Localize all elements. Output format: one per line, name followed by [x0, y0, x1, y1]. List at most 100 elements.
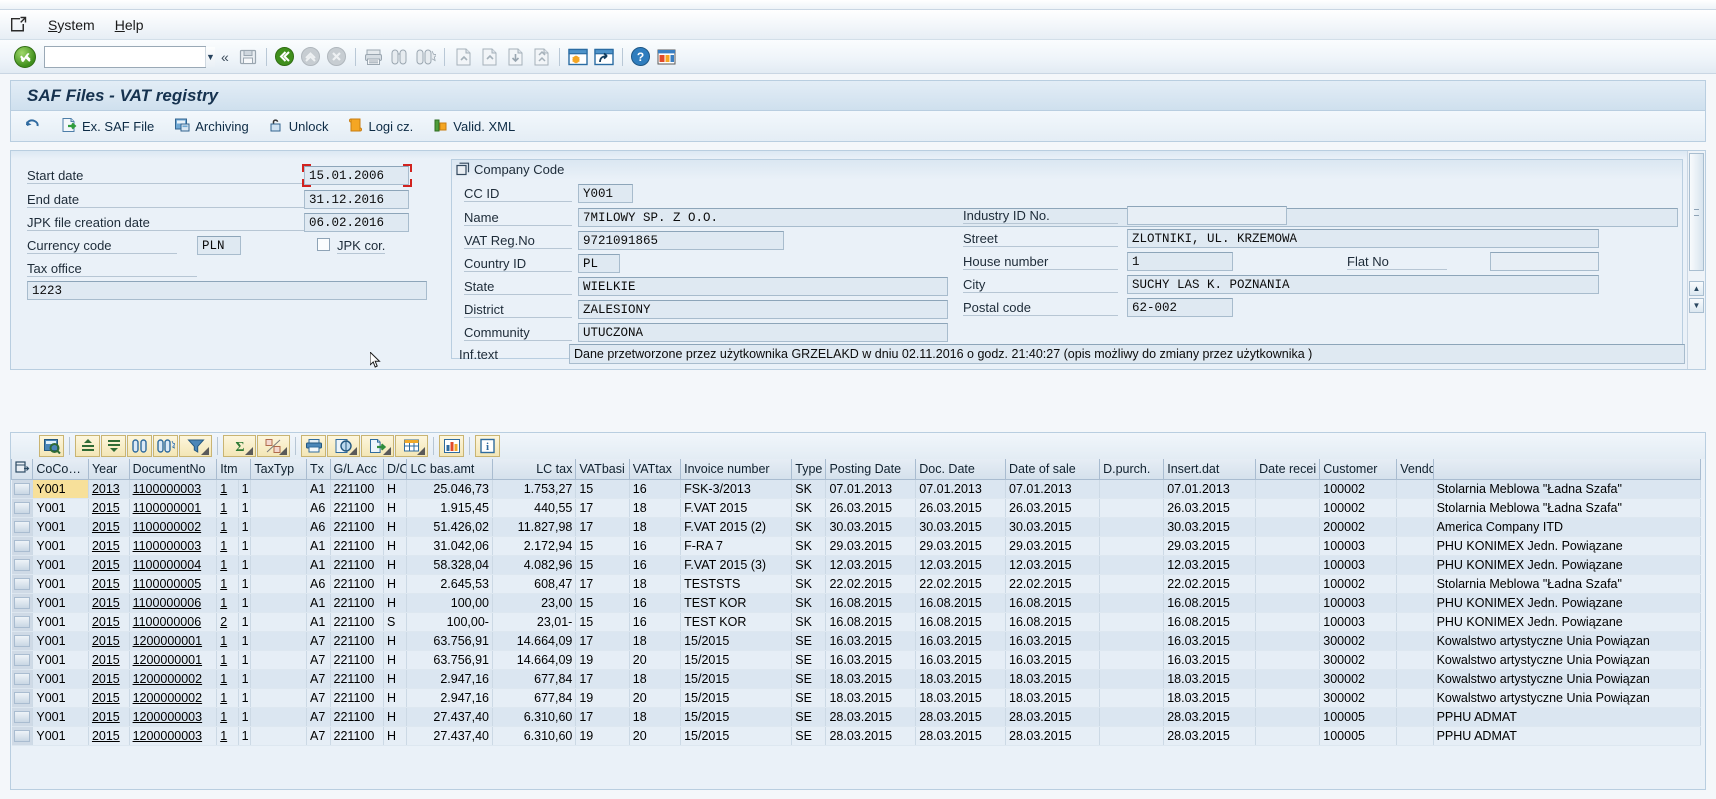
table-cell[interactable]: SE: [792, 631, 826, 650]
table-cell[interactable]: A7: [307, 688, 331, 707]
table-cell[interactable]: 16: [629, 612, 680, 631]
table-cell[interactable]: 300002: [1320, 650, 1397, 669]
vat-reg-no-input[interactable]: 9721091865: [578, 231, 784, 250]
table-cell[interactable]: Y001: [33, 555, 89, 574]
table-cell[interactable]: 1: [238, 688, 251, 707]
table-cell[interactable]: 17: [576, 517, 629, 536]
table-cell[interactable]: 16.08.2015: [1006, 593, 1100, 612]
table-cell[interactable]: [1100, 479, 1164, 498]
table-cell[interactable]: 221100: [330, 574, 383, 593]
table-cell[interactable]: 1: [217, 669, 238, 688]
find-next-icon[interactable]: [414, 45, 438, 69]
table-cell[interactable]: 440,55: [492, 498, 575, 517]
table-cell[interactable]: 2.947,16: [407, 669, 493, 688]
column-header-daterecei[interactable]: Date recei: [1256, 459, 1320, 479]
selected-cell[interactable]: Y001: [33, 479, 89, 498]
table-cell[interactable]: 221100: [330, 498, 383, 517]
street-input[interactable]: ZLOTNIKI, UL. KRZEMOWA: [1127, 229, 1599, 248]
table-cell[interactable]: [1256, 631, 1320, 650]
table-cell[interactable]: 16.03.2015: [1006, 631, 1100, 650]
table-cell[interactable]: [1100, 517, 1164, 536]
table-cell[interactable]: S: [383, 612, 407, 631]
table-cell[interactable]: 30.03.2015: [1164, 517, 1256, 536]
table-row[interactable]: Y0012013110000000311A1221100H25.046,731.…: [12, 479, 1701, 498]
table-cell[interactable]: 677,84: [492, 669, 575, 688]
table-cell[interactable]: 07.01.2013: [826, 479, 916, 498]
column-header-dateofsale[interactable]: Date of sale: [1006, 459, 1100, 479]
table-cell[interactable]: SE: [792, 669, 826, 688]
table-cell[interactable]: H: [383, 555, 407, 574]
table-cell[interactable]: 221100: [330, 593, 383, 612]
table-cell[interactable]: 100003: [1320, 536, 1397, 555]
table-cell[interactable]: SE: [792, 650, 826, 669]
cancel-x-icon[interactable]: [325, 45, 349, 69]
table-cell[interactable]: 18: [629, 498, 680, 517]
table-cell[interactable]: 221100: [330, 555, 383, 574]
table-cell[interactable]: 29.03.2015: [1164, 536, 1256, 555]
table-cell[interactable]: 15: [576, 593, 629, 612]
column-header-lcbasamt[interactable]: LC bas.amt: [407, 459, 493, 479]
column-header-glacc[interactable]: G/L Acc: [330, 459, 383, 479]
table-cell[interactable]: 2015: [88, 612, 129, 631]
table-cell[interactable]: 1: [217, 726, 238, 745]
inf-text-input[interactable]: Dane przetworzone przez użytkownika GRZE…: [569, 344, 1685, 364]
table-row[interactable]: Y0012015120000000111A7221100H63.756,9114…: [12, 650, 1701, 669]
table-cell[interactable]: [1397, 498, 1433, 517]
table-cell[interactable]: 1.915,45: [407, 498, 493, 517]
table-cell[interactable]: [251, 574, 307, 593]
table-cell[interactable]: 27.437,40: [407, 726, 493, 745]
table-cell[interactable]: 19: [576, 726, 629, 745]
table-cell[interactable]: 300002: [1320, 688, 1397, 707]
create-shortcut-icon[interactable]: [592, 45, 616, 69]
table-cell[interactable]: 12.03.2015: [826, 555, 916, 574]
table-cell[interactable]: 22.02.2015: [1006, 574, 1100, 593]
dropdown-arrow-icon[interactable]: [383, 447, 391, 455]
table-cell[interactable]: 28.03.2015: [1006, 707, 1100, 726]
table-cell[interactable]: 1200000003: [129, 726, 217, 745]
table-cell[interactable]: H: [383, 726, 407, 745]
table-cell[interactable]: 58.328,04: [407, 555, 493, 574]
table-cell[interactable]: 2015: [88, 498, 129, 517]
table-cell[interactable]: 1100000002: [129, 517, 217, 536]
table-cell[interactable]: A1: [307, 479, 331, 498]
table-cell[interactable]: H: [383, 650, 407, 669]
table-cell[interactable]: 51.426,02: [407, 517, 493, 536]
table-cell[interactable]: 16.03.2015: [826, 631, 916, 650]
table-cell[interactable]: A7: [307, 707, 331, 726]
table-row[interactable]: Y0012015110000000611A1221100H100,0023,00…: [12, 593, 1701, 612]
table-cell[interactable]: 100003: [1320, 555, 1397, 574]
table-cell[interactable]: 2015: [88, 517, 129, 536]
table-cell[interactable]: Y001: [33, 498, 89, 517]
table-cell[interactable]: 221100: [330, 669, 383, 688]
table-cell[interactable]: 221100: [330, 612, 383, 631]
sort-ascending-icon[interactable]: [75, 435, 100, 457]
table-cell[interactable]: Y001: [33, 593, 89, 612]
table-cell[interactable]: 15: [576, 479, 629, 498]
table-cell[interactable]: TEST KOR: [681, 612, 792, 631]
table-cell[interactable]: 221100: [330, 707, 383, 726]
table-cell[interactable]: A7: [307, 669, 331, 688]
table-cell[interactable]: 26.03.2015: [916, 498, 1006, 517]
table-cell[interactable]: 14.664,09: [492, 631, 575, 650]
table-cell[interactable]: 16.08.2015: [1164, 612, 1256, 631]
table-cell[interactable]: 1: [238, 555, 251, 574]
command-input[interactable]: [45, 48, 205, 66]
table-cell[interactable]: 07.01.2013: [1164, 479, 1256, 498]
table-cell[interactable]: 608,47: [492, 574, 575, 593]
table-cell[interactable]: 18.03.2015: [1164, 669, 1256, 688]
enter-check-icon[interactable]: ✓: [14, 46, 36, 68]
table-cell[interactable]: Stolarnia Meblowa "Ładna Szafa": [1433, 479, 1700, 498]
find-icon[interactable]: [127, 435, 152, 457]
row-select-handle[interactable]: [12, 593, 33, 612]
table-cell[interactable]: 2015: [88, 688, 129, 707]
table-cell[interactable]: H: [383, 631, 407, 650]
table-row[interactable]: Y0012015110000000311A1221100H31.042,062.…: [12, 536, 1701, 555]
table-cell[interactable]: 1: [238, 593, 251, 612]
layout-icon[interactable]: [395, 435, 428, 457]
row-select-handle[interactable]: [12, 726, 33, 745]
column-header-customer[interactable]: Customer: [1320, 459, 1397, 479]
table-cell[interactable]: 18: [629, 517, 680, 536]
table-cell[interactable]: [1100, 612, 1164, 631]
table-cell[interactable]: 26.03.2015: [826, 498, 916, 517]
table-cell[interactable]: 20: [629, 688, 680, 707]
